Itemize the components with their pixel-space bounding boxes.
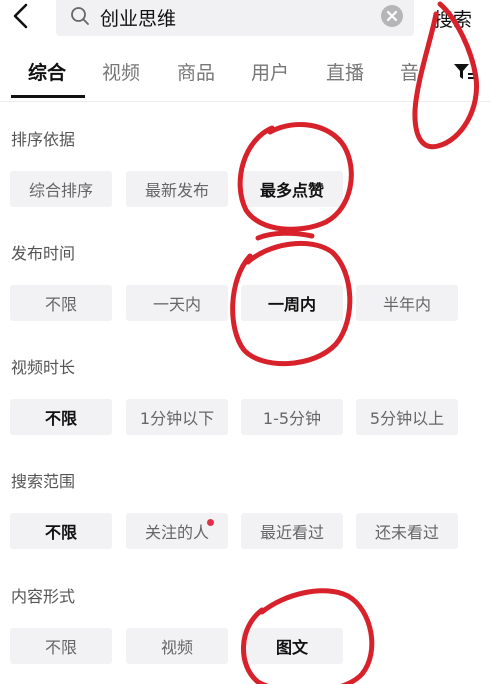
option-content-image-text[interactable]: 图文 xyxy=(241,628,343,664)
option-sort-comprehensive[interactable]: 综合排序 xyxy=(10,171,112,207)
active-tab-indicator xyxy=(11,95,85,98)
tab-users[interactable]: 用户 xyxy=(251,58,289,85)
option-scope-unlimited[interactable]: 不限 xyxy=(10,513,112,549)
filter-icon xyxy=(454,64,474,79)
option-sort-most-liked[interactable]: 最多点赞 xyxy=(241,171,343,207)
option-content-unlimited[interactable]: 不限 xyxy=(10,628,112,664)
back-arrow-icon xyxy=(13,3,28,29)
hand-drawn-annotations xyxy=(230,1,480,684)
option-time-one-week[interactable]: 一周内 xyxy=(241,285,343,321)
tab-goods[interactable]: 商品 xyxy=(177,58,215,85)
option-duration-over-5min[interactable]: 5分钟以上 xyxy=(356,399,458,435)
search-query-text: 创业思维 xyxy=(100,8,177,30)
notification-dot xyxy=(207,519,214,526)
tab-all[interactable]: 综合 xyxy=(28,58,66,85)
section-title-sort: 排序依据 xyxy=(11,130,76,149)
search-submit-button[interactable]: 搜索 xyxy=(434,5,472,32)
option-scope-following-label: 关注的人 xyxy=(144,523,209,542)
option-duration-under-1min[interactable]: 1分钟以下 xyxy=(126,399,228,435)
option-time-half-year[interactable]: 半年内 xyxy=(356,285,458,321)
tab-live[interactable]: 直播 xyxy=(326,58,364,85)
back-button[interactable] xyxy=(8,2,34,30)
option-sort-latest[interactable]: 最新发布 xyxy=(126,171,228,207)
clear-search-button[interactable] xyxy=(381,5,403,27)
clear-icon xyxy=(386,10,398,22)
filter-button[interactable] xyxy=(452,60,476,84)
section-title-scope: 搜索范围 xyxy=(11,472,76,491)
tab-music[interactable]: 音 xyxy=(400,58,419,85)
option-time-one-day[interactable]: 一天内 xyxy=(126,285,228,321)
section-title-content-type: 内容形式 xyxy=(11,587,76,606)
option-content-video[interactable]: 视频 xyxy=(126,628,228,664)
section-title-publish-time: 发布时间 xyxy=(11,244,76,263)
option-scope-recently-viewed[interactable]: 最近看过 xyxy=(241,513,343,549)
search-header: 创业思维 搜索 xyxy=(0,0,491,36)
option-scope-not-viewed[interactable]: 还未看过 xyxy=(356,513,458,549)
section-title-duration: 视频时长 xyxy=(11,358,76,377)
annotation-link-stroke xyxy=(255,230,315,241)
option-time-unlimited[interactable]: 不限 xyxy=(10,285,112,321)
search-icon xyxy=(71,7,89,25)
tab-video[interactable]: 视频 xyxy=(102,58,140,85)
divider xyxy=(0,101,491,102)
result-tabs: 综合 视频 商品 用户 直播 音 xyxy=(0,52,491,100)
option-duration-unlimited[interactable]: 不限 xyxy=(10,399,112,435)
option-duration-1-5min[interactable]: 1-5分钟 xyxy=(241,399,343,435)
option-scope-following[interactable]: 关注的人 xyxy=(126,513,228,549)
search-input[interactable]: 创业思维 xyxy=(56,0,414,36)
